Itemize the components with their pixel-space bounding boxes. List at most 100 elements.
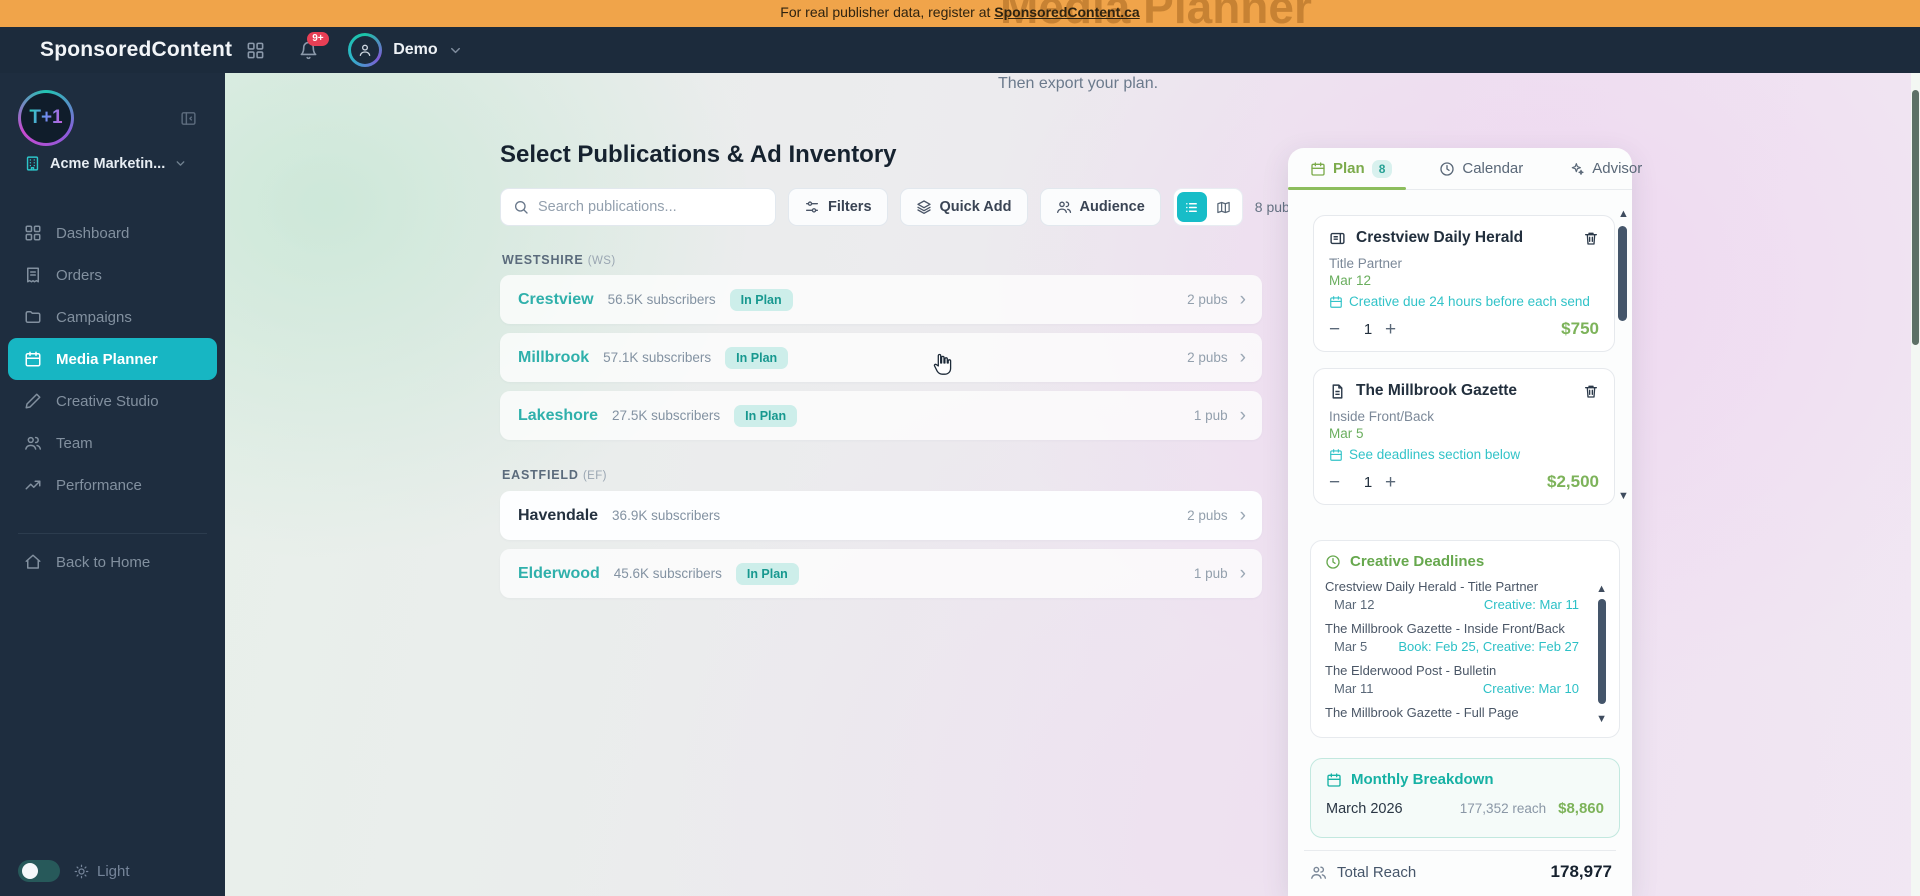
search-publications[interactable]: [500, 188, 776, 226]
sidebar: T+1 Acme Marketin... Dashboard Orders Ca…: [0, 73, 225, 896]
audience-icon: [1056, 201, 1071, 213]
main-content: Then export your plan. Select Publicatio…: [225, 73, 1920, 896]
monthly-breakdown-card: Monthly Breakdown March 2026 177,352 rea…: [1310, 758, 1620, 838]
calendar-icon: [1330, 295, 1342, 308]
sidebar-item-label: Dashboard: [56, 224, 130, 242]
notification-count-badge: 9+: [307, 31, 329, 46]
sidebar-item-label: Orders: [56, 266, 102, 284]
building-icon: [26, 156, 39, 171]
list-view-button[interactable]: [1176, 192, 1207, 222]
sidebar-collapse-icon[interactable]: [180, 110, 197, 127]
deadlines-scrollbar[interactable]: [1598, 599, 1606, 704]
sidebar-item-orders[interactable]: Orders: [0, 254, 225, 296]
sidebar-item-campaigns[interactable]: Campaigns: [0, 296, 225, 338]
publication-row-havendale[interactable]: Havendale 36.9K subscribers 2 pubs ›: [500, 491, 1262, 540]
page-scrollbar-track[interactable]: [1911, 73, 1920, 896]
plan-item-price: $750: [1561, 319, 1599, 338]
sidebar-item-performance[interactable]: Performance: [0, 464, 225, 506]
chevron-right-icon: ›: [1239, 405, 1246, 426]
banner-text: For real publisher data, register at Spo…: [780, 4, 1140, 20]
people-icon: [25, 436, 42, 450]
search-input[interactable]: [538, 199, 763, 215]
deadline-name: Crestview Daily Herald - Title Partner: [1325, 579, 1539, 594]
publication-row-millbrook[interactable]: Millbrook 57.1K subscribers In Plan 2 pu…: [500, 333, 1262, 382]
calendar-icon: [1311, 161, 1325, 176]
delete-item-icon[interactable]: [1583, 383, 1599, 399]
sidebar-divider: [18, 533, 207, 534]
sidebar-item-back-to-home[interactable]: Back to Home: [0, 541, 225, 583]
chevron-right-icon: ›: [1239, 563, 1246, 584]
tab-calendar[interactable]: Calendar: [1439, 160, 1523, 177]
plan-item-note: Creative due 24 hours before each send: [1329, 294, 1599, 309]
plan-item-note: See deadlines section below: [1329, 447, 1599, 462]
scroll-up-icon[interactable]: ▲: [1618, 208, 1629, 220]
audience-button[interactable]: Audience: [1039, 188, 1161, 226]
view-toggle: [1172, 188, 1243, 226]
tab-advisor[interactable]: Advisor: [1569, 160, 1642, 177]
user-menu-chevron-icon[interactable]: [448, 43, 463, 58]
group-header-westshire: WESTSHIRE (WS): [502, 253, 616, 267]
sidebar-item-creative-studio[interactable]: Creative Studio: [0, 380, 225, 422]
chevron-right-icon: ›: [1239, 347, 1246, 368]
banner-link[interactable]: SponsoredContent.ca: [994, 4, 1139, 20]
quick-add-button[interactable]: Quick Add: [899, 188, 1028, 226]
deadline-row: Mar 11 Creative: Mar 10: [1334, 681, 1579, 696]
section-heading: Select Publications & Ad Inventory: [500, 141, 897, 168]
deadline-row: Mar 5 Book: Feb 25, Creative: Feb 27: [1334, 639, 1579, 654]
chevron-right-icon: ›: [1239, 289, 1246, 310]
deadline-name: The Millbrook Gazette - Inside Front/Bac…: [1325, 621, 1565, 636]
user-avatar[interactable]: [348, 33, 383, 67]
sidebar-item-label: Performance: [56, 476, 142, 494]
search-icon: [515, 201, 528, 214]
sparkles-icon: [1571, 162, 1584, 175]
filters-button[interactable]: Filters: [788, 188, 888, 226]
monthly-breakdown-heading: Monthly Breakdown: [1326, 771, 1604, 788]
delete-item-icon[interactable]: [1583, 230, 1599, 246]
quantity-increase-button[interactable]: +: [1385, 473, 1407, 492]
scroll-up-icon[interactable]: ▲: [1596, 583, 1607, 595]
publication-row-elderwood[interactable]: Elderwood 45.6K subscribers In Plan 1 pu…: [500, 549, 1262, 598]
folder-icon: [25, 311, 41, 323]
list-icon: [1186, 202, 1198, 212]
westshire-rows: Crestview 56.5K subscribers In Plan 2 pu…: [500, 275, 1262, 449]
panel-divider: [1304, 850, 1616, 851]
dashboard-icon: [25, 225, 41, 241]
theme-toggle[interactable]: [18, 860, 60, 882]
sidebar-item-media-planner[interactable]: Media Planner: [8, 338, 217, 380]
clock-icon: [1440, 161, 1455, 176]
deadline-name: The Elderwood Post - Bulletin: [1325, 663, 1497, 678]
theme-label: Light: [97, 862, 130, 880]
notifications-button[interactable]: 9+: [299, 31, 329, 60]
calendar-icon: [1330, 448, 1342, 461]
sidebar-item-label: Creative Studio: [56, 392, 159, 410]
map-view-button[interactable]: [1209, 192, 1239, 222]
sidebar-item-team[interactable]: Team: [0, 422, 225, 464]
group-header-eastfield: EASTFIELD (EF): [502, 468, 607, 482]
org-chevron-icon: [174, 157, 187, 170]
publication-row-crestview[interactable]: Crestview 56.5K subscribers In Plan 2 pu…: [500, 275, 1262, 324]
tab-plan[interactable]: Plan 8: [1310, 159, 1393, 178]
scroll-down-icon[interactable]: ▼: [1596, 713, 1607, 725]
publication-row-lakeshore[interactable]: Lakeshore 27.5K subscribers In Plan 1 pu…: [500, 391, 1262, 440]
plan-item-card: Crestview Daily Herald Title Partner Mar…: [1313, 215, 1615, 352]
back-home-label: Back to Home: [56, 553, 151, 571]
apps-grid-icon[interactable]: [246, 41, 265, 60]
sun-icon: [74, 864, 89, 878]
plan-list-scrollbar[interactable]: [1618, 226, 1627, 321]
workspace-logo: T+1: [18, 90, 74, 146]
quantity-decrease-button[interactable]: −: [1329, 473, 1351, 492]
quantity-value: 1: [1363, 473, 1373, 491]
sidebar-item-dashboard[interactable]: Dashboard: [0, 212, 225, 254]
page-scrollbar-thumb[interactable]: [1912, 90, 1919, 345]
map-icon: [1217, 201, 1231, 213]
clock-icon: [1326, 554, 1340, 569]
plan-item-title: Crestview Daily Herald: [1356, 229, 1524, 246]
scroll-down-icon[interactable]: ▼: [1618, 490, 1629, 502]
monthly-month: March 2026: [1326, 801, 1403, 817]
person-icon: [359, 44, 371, 56]
quantity-decrease-button[interactable]: −: [1329, 320, 1351, 339]
plan-item-title: The Millbrook Gazette: [1356, 382, 1518, 399]
total-reach-row: Total Reach 178,977: [1310, 862, 1612, 882]
org-switcher[interactable]: Acme Marketin...: [24, 155, 187, 172]
quantity-increase-button[interactable]: +: [1385, 320, 1407, 339]
